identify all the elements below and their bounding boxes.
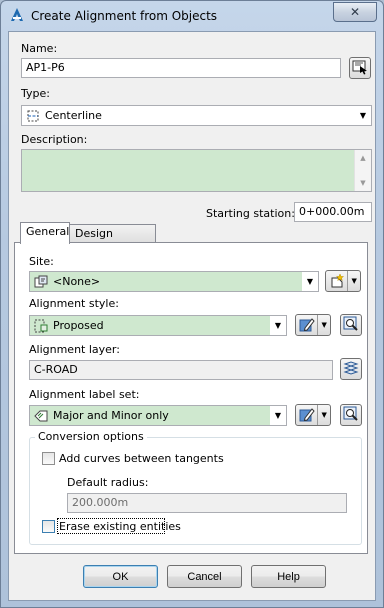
conversion-options-title: Conversion options: [35, 430, 147, 443]
ok-button[interactable]: OK: [83, 565, 158, 588]
add-curves-checkbox[interactable]: [42, 452, 55, 465]
close-icon: ✕: [349, 5, 361, 19]
chevron-down-icon[interactable]: ▼: [317, 315, 330, 335]
alignment-style-preview-button[interactable]: [340, 314, 362, 336]
type-label: Type:: [21, 87, 50, 100]
default-radius-label: Default radius:: [67, 476, 149, 489]
alignment-label-set-dropdown[interactable]: Major and Minor only ▼: [29, 405, 287, 426]
label-set-icon: [33, 408, 49, 424]
type-value: Centerline: [45, 109, 102, 122]
dialog-client-area: Name: AP1-P6 Type: Centerline ▼ Descript…: [8, 31, 376, 601]
centerline-icon: [25, 108, 41, 124]
help-button[interactable]: Help: [251, 565, 326, 588]
create-site-icon: [326, 271, 347, 291]
tab-design-criteria[interactable]: Design Criteria: [69, 224, 156, 257]
description-label: Description:: [21, 133, 88, 146]
autocad-civil-app-icon: [9, 7, 25, 23]
edit-style-icon: [296, 405, 317, 425]
chevron-down-icon[interactable]: ▼: [270, 316, 286, 335]
starting-station-input[interactable]: 0+000.00m: [294, 202, 372, 222]
site-dropdown[interactable]: <None> ▼: [29, 271, 319, 292]
pick-from-drawing-icon: [352, 59, 368, 78]
cancel-button[interactable]: Cancel: [167, 565, 242, 588]
scroll-up-icon[interactable]: ▲: [355, 151, 371, 165]
name-input[interactable]: AP1-P6: [21, 58, 341, 78]
add-curves-label[interactable]: Add curves between tangents: [59, 452, 224, 465]
erase-entities-checkbox[interactable]: [42, 520, 55, 533]
layers-icon: [343, 360, 359, 379]
edit-style-icon: [296, 315, 317, 335]
preview-magnifier-icon: [343, 406, 359, 425]
name-label: Name:: [21, 42, 58, 55]
alignment-layer-label: Alignment layer:: [29, 343, 120, 356]
preview-magnifier-icon: [343, 316, 359, 335]
site-value: <None>: [53, 275, 101, 288]
focus-indicator: [57, 518, 165, 534]
label-set-edit-button[interactable]: ▼: [295, 404, 331, 426]
starting-station-label: Starting station:: [206, 207, 295, 220]
alignment-label-set-value: Major and Minor only: [53, 409, 169, 422]
alignment-style-icon: [33, 318, 49, 334]
site-icon: [33, 274, 49, 290]
alignment-label-set-label: Alignment label set:: [29, 388, 140, 401]
tab-general[interactable]: General: [20, 222, 70, 244]
scroll-down-icon[interactable]: ▼: [355, 176, 371, 190]
general-tab-panel: Site: <None> ▼ ▼ Alignment style: Propos…: [14, 242, 368, 554]
site-label: Site:: [29, 255, 54, 268]
alignment-style-label: Alignment style:: [29, 297, 119, 310]
chevron-down-icon[interactable]: ▼: [355, 106, 371, 125]
title-bar[interactable]: Create Alignment from Objects ✕: [1, 1, 383, 31]
type-dropdown[interactable]: Centerline ▼: [21, 105, 372, 126]
window-title: Create Alignment from Objects: [31, 9, 218, 23]
dialog-window: Create Alignment from Objects ✕ Name: AP…: [0, 0, 384, 608]
alignment-layer-field: C-ROAD: [29, 360, 333, 380]
description-textarea[interactable]: ▲ ▼: [21, 149, 372, 192]
description-scrollbar[interactable]: ▲ ▼: [354, 150, 371, 191]
chevron-down-icon[interactable]: ▼: [302, 272, 318, 291]
label-set-preview-button[interactable]: [340, 404, 362, 426]
close-button[interactable]: ✕: [333, 2, 377, 22]
alignment-style-edit-button[interactable]: ▼: [295, 314, 331, 336]
name-pick-button[interactable]: [349, 57, 371, 79]
chevron-down-icon[interactable]: ▼: [317, 405, 330, 425]
chevron-down-icon[interactable]: ▼: [347, 271, 360, 291]
alignment-layer-button[interactable]: [340, 358, 362, 380]
default-radius-input: 200.000m: [67, 493, 347, 513]
chevron-down-icon[interactable]: ▼: [270, 406, 286, 425]
site-create-button[interactable]: ▼: [325, 270, 361, 292]
alignment-style-value: Proposed: [53, 319, 104, 332]
alignment-style-dropdown[interactable]: Proposed ▼: [29, 315, 287, 336]
